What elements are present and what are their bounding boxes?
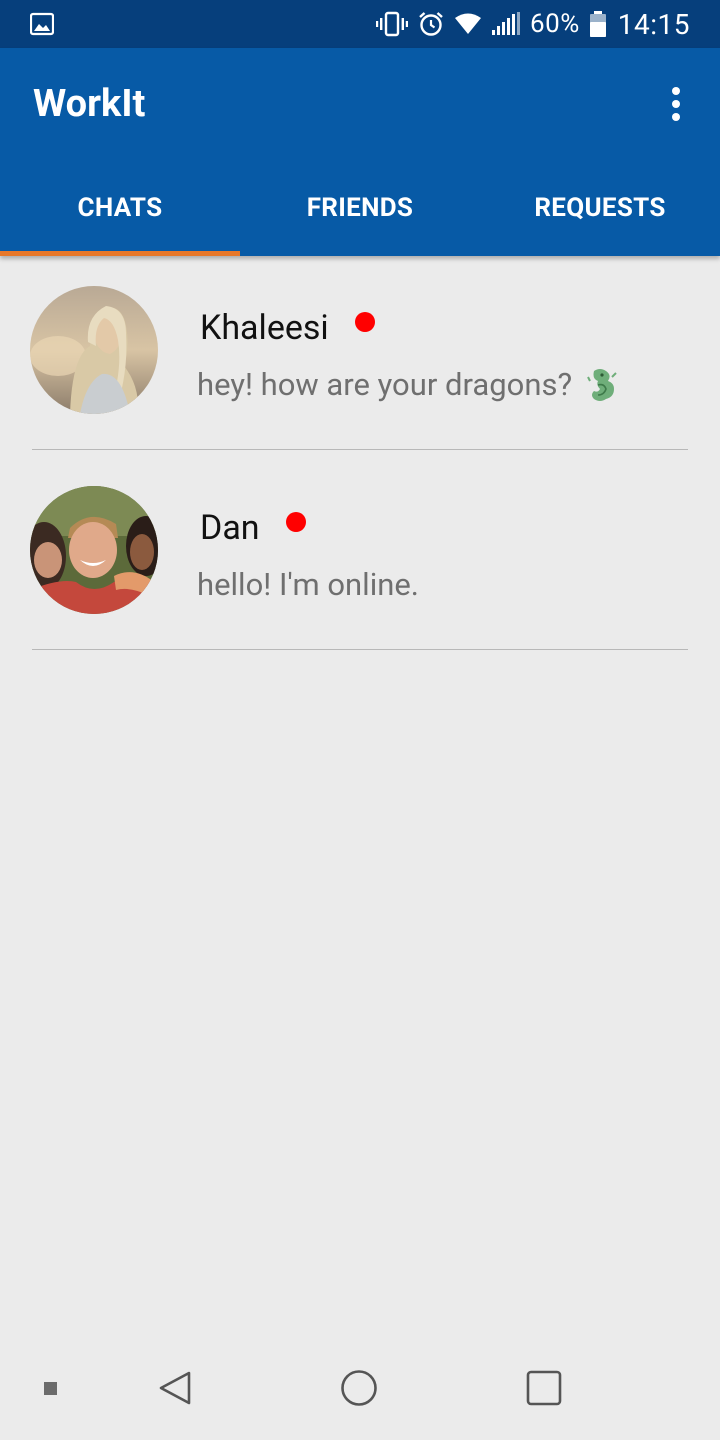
tab-bar: CHATS FRIENDS REQUESTS	[0, 160, 720, 256]
alarm-icon	[419, 12, 443, 36]
wifi-icon	[454, 13, 481, 34]
home-icon[interactable]	[340, 1369, 378, 1407]
last-message-text: hey! how are your dragons?	[197, 366, 573, 403]
back-icon[interactable]	[156, 1370, 194, 1406]
contact-name: Khaleesi	[200, 308, 375, 348]
tab-requests[interactable]: REQUESTS	[480, 160, 720, 256]
recents-icon[interactable]	[526, 1370, 562, 1406]
chat-list: Khaleesi hey! how are your dragons? Dan …	[0, 256, 720, 656]
vibrate-icon	[375, 11, 408, 37]
tab-friends[interactable]: FRIENDS	[240, 160, 480, 256]
gallery-icon	[30, 12, 54, 36]
status-bar: 60% 14:15	[0, 0, 720, 48]
divider	[32, 449, 688, 450]
contact-name-text: Khaleesi	[200, 308, 329, 348]
chat-item-khaleesi[interactable]: Khaleesi hey! how are your dragons?	[0, 256, 720, 456]
signal-icon	[491, 12, 520, 35]
divider	[32, 649, 688, 650]
notification-dot-icon	[44, 1382, 57, 1395]
tab-chats[interactable]: CHATS	[0, 160, 240, 256]
avatar	[30, 286, 158, 414]
last-message: hey! how are your dragons?	[197, 366, 618, 403]
more-vert-icon[interactable]	[656, 82, 696, 126]
chat-item-dan[interactable]: Dan hello! I'm online.	[0, 456, 720, 656]
contact-name-text: Dan	[200, 508, 260, 548]
online-indicator	[285, 512, 306, 532]
app-bar: WorkIt CHATS FRIENDS REQUESTS	[0, 48, 720, 256]
battery-icon	[589, 11, 606, 37]
online-indicator	[354, 312, 375, 332]
clock: 14:15	[617, 7, 690, 41]
app-title: WorkIt	[33, 82, 146, 126]
last-message: hello! I'm online.	[197, 566, 419, 603]
contact-name: Dan	[200, 508, 306, 548]
avatar	[30, 486, 158, 614]
battery-percent: 60%	[529, 9, 580, 39]
dragon-icon	[587, 368, 617, 401]
navigation-bar	[0, 1336, 720, 1440]
last-message-text: hello! I'm online.	[197, 566, 419, 603]
